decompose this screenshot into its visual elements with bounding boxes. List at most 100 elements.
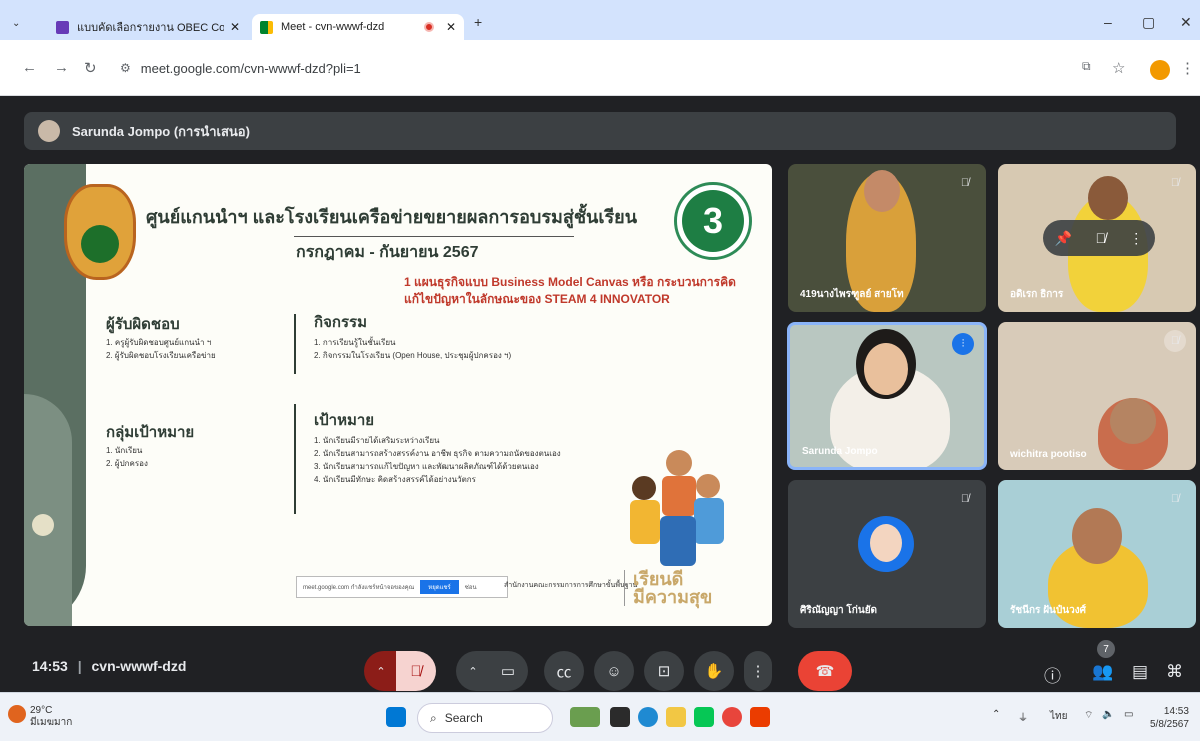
tray-overflow-icon[interactable]: ⌃ (992, 709, 1000, 720)
back-arrow-icon[interactable]: ← (22, 59, 37, 76)
slide-divider (294, 404, 296, 514)
speaking-indicator-icon: ⫶ (952, 333, 974, 355)
tile-hover-controls: 📌 🎙̸ ⋮ (1043, 220, 1155, 256)
usb-icon[interactable]: ⏚ (1018, 709, 1028, 724)
slide-subtitle: กรกฎาคม - กันยายน 2567 (296, 244, 479, 261)
wifi-icon[interactable]: ⌔ (1084, 709, 1093, 722)
restore-button[interactable]: ▢ (1142, 14, 1155, 31)
slide-number-badge: 3 (674, 182, 752, 260)
participant-tile[interactable]: 🎙̸ 419นางไพรฑูลย์ สายโท (788, 164, 986, 312)
activities-icon[interactable]: ⌘ (1166, 662, 1183, 682)
volume-icon[interactable]: 🔈 (1102, 709, 1114, 720)
participant-tile[interactable]: 🎙̸ รัชนีกร ฝันป๋นวงศ์ (998, 480, 1196, 628)
activity-heading: กิจกรรม (314, 314, 367, 331)
temperature: 29°C (30, 705, 53, 716)
cast-icon[interactable]: ⧉ (1082, 59, 1091, 74)
more-options-button[interactable]: ⋮ (744, 651, 772, 691)
url-field[interactable]: ⚙ meet.google.com/cvn-wwwf-dzd?pli=1 (108, 52, 1108, 84)
participant-tile[interactable]: 🎙̸ ศิริณัญญา โก่นยัด (788, 480, 986, 628)
presenter-name: Sarunda Jompo (การนำเสนอ) (72, 123, 250, 139)
goal-heading: เป้าหมาย (314, 412, 375, 429)
chrome-icon[interactable] (722, 707, 742, 727)
bookmark-star-icon[interactable]: ☆ (1112, 59, 1125, 77)
meeting-clock: 14:53 (32, 658, 68, 674)
participant-tile[interactable]: 🎙̸ wichitra pootiso (998, 322, 1196, 470)
tab-meet[interactable]: Meet - cvn-wwwf-dzd ✕ (252, 14, 464, 40)
edge-icon[interactable] (638, 707, 658, 727)
taskbar-clock[interactable]: 14:53 5/8/2567 (1150, 705, 1189, 731)
leave-call-button[interactable]: ☎ (798, 651, 852, 691)
participant-count-badge: 7 (1097, 640, 1115, 658)
close-tab-icon[interactable]: ✕ (230, 20, 240, 34)
captions-button[interactable]: ㏄ (544, 651, 584, 691)
chrome-menu-icon[interactable]: ⋮ (1180, 59, 1195, 77)
tab-title: แบบคัดเลือกรายงาน OBEC Conten (77, 22, 224, 34)
close-window-button[interactable]: ✕ (1180, 14, 1192, 31)
forward-arrow-icon[interactable]: → (54, 59, 69, 76)
profile-avatar[interactable] (1150, 60, 1170, 80)
new-tab-button[interactable]: + (474, 14, 482, 30)
input-language[interactable]: ไทย (1050, 709, 1067, 724)
tab-title: Meet - cvn-wwwf-dzd (281, 21, 385, 33)
site-info-icon[interactable]: ⚙ (120, 61, 131, 75)
list-item: 4. นักเรียนมีทักษะ คิดสร้างสรรค์ได้อย่าง… (314, 475, 476, 484)
camera-off-button[interactable]: ▭ (488, 651, 528, 691)
reload-icon[interactable]: ↻ (84, 59, 97, 77)
present-button[interactable]: ⊡ (644, 651, 684, 691)
task-view-icon[interactable] (610, 707, 630, 727)
close-tab-icon[interactable]: ✕ (446, 20, 456, 34)
mute-participant-icon[interactable]: 🎙̸ (1095, 230, 1106, 246)
more-options-icon[interactable]: ⋮ (1129, 230, 1143, 247)
weather-label: มีเมฆมาก (30, 717, 73, 728)
audio-settings-caret[interactable]: ⌃ (364, 651, 398, 691)
minimize-button[interactable]: – (1104, 14, 1112, 30)
mic-off-icon: 🎙̸ (1170, 493, 1180, 505)
meeting-details-icon[interactable]: ⓘ (1044, 662, 1061, 687)
mic-off-icon: 🎙̸ (1170, 177, 1180, 189)
search-icon: ⌕ (430, 710, 437, 725)
weather-widget[interactable]: 29°C มีเมฆมาก (8, 705, 73, 729)
participant-name: wichitra pootiso (1010, 449, 1087, 460)
url-text: meet.google.com/cvn-wwwf-dzd?pli=1 (140, 60, 361, 76)
chat-icon[interactable]: ▤ (1132, 662, 1148, 682)
forms-favicon-icon (56, 20, 69, 34)
meet-control-bar: 14:53 | cvn-wwwf-dzd ⌃ 🎙̸ ⌃ ▭ ㏄ ☺ ⊡ ✋ ⋮ … (0, 628, 1200, 692)
raise-hand-button[interactable]: ✋ (694, 651, 734, 691)
participant-face (1110, 398, 1156, 444)
slide-decoration (32, 514, 54, 536)
tab-obec-content[interactable]: แบบคัดเลือกรายงาน OBEC Conten ✕ (48, 14, 248, 40)
presenter-banner: Sarunda Jompo (การนำเสนอ) (24, 112, 1176, 150)
windows-start-icon[interactable] (386, 707, 406, 727)
line-app-icon[interactable] (694, 707, 714, 727)
participant-tile[interactable]: ⫶ Sarunda Jompo (787, 322, 987, 470)
taskbar-search[interactable]: ⌕ Search (417, 703, 553, 733)
list-item: 1. นักเรียนมีรายได้เสริมระหว่างเรียน (314, 436, 440, 445)
list-item: 2. กิจกรรมในโรงเรียน (Open House, ประชุม… (314, 351, 512, 360)
file-explorer-icon[interactable] (666, 707, 686, 727)
reactions-button[interactable]: ☺ (594, 651, 634, 691)
slide-divider (294, 314, 296, 374)
list-item: 3. นักเรียนสามารถแก้ไขปัญหา และพัฒนาผลิต… (314, 462, 539, 471)
video-settings-caret[interactable]: ⌃ (456, 651, 490, 691)
meet-stage: Sarunda Jompo (การนำเสนอ) ศูนย์แกนนำฯ แล… (0, 96, 1200, 692)
clock-date: 5/8/2567 (1150, 719, 1189, 730)
list-item: 2. ผู้รับผิดชอบโรงเรียนเครือข่าย (106, 351, 216, 360)
shared-slide: ศูนย์แกนนำฯ และโรงเรียนเครือข่ายขยายผลกา… (24, 164, 772, 626)
participant-name: อดิเรก ธิการ (1010, 289, 1064, 300)
responsible-heading: ผู้รับผิดชอบ (106, 316, 180, 333)
responsible-list: 1. ครูผู้รับผิดชอบศูนย์แกนนำ ฯ 2. ผู้รับ… (106, 336, 216, 362)
battery-icon[interactable]: ▭ (1124, 709, 1133, 720)
hide-notice-button[interactable]: ซ่อน (465, 582, 477, 592)
target-list: 1. นักเรียน 2. ผู้ปกครอง (106, 444, 148, 470)
pin-icon[interactable]: 📌 (1055, 230, 1072, 247)
participant-avatar (858, 516, 914, 572)
office-icon[interactable] (750, 707, 770, 727)
microphone-off-button[interactable]: 🎙̸ (396, 651, 436, 691)
tab-search-icon[interactable]: ⌄ (12, 18, 20, 29)
screen-share-notice: meet.google.com กำลังแชร์หน้าจอของคุณ หย… (296, 576, 508, 598)
stop-sharing-button[interactable]: หยุดแชร์ (420, 580, 459, 594)
participant-face (864, 343, 908, 395)
participant-name: รัชนีกร ฝันป๋นวงศ์ (1010, 605, 1086, 616)
people-icon[interactable]: 👥 (1092, 662, 1113, 682)
widgets-icon[interactable] (570, 707, 600, 727)
